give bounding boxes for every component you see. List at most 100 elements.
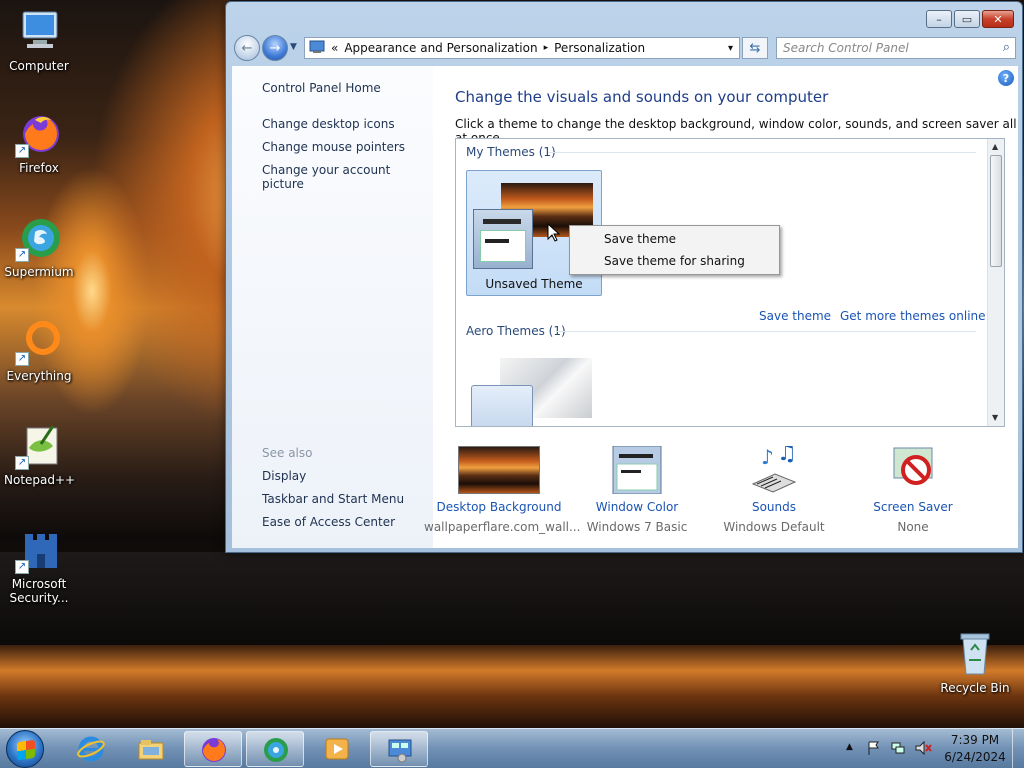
clock-time: 7:39 PM — [950, 733, 1000, 747]
window-color-icon — [596, 445, 678, 495]
desktop-icon-label: Firefox — [19, 161, 59, 175]
maximize-button[interactable]: ▭ — [954, 10, 980, 28]
taskbar-supermium[interactable] — [246, 731, 304, 767]
desktop-icon-recycle-bin[interactable]: Recycle Bin — [940, 630, 1010, 695]
desktop-icon-everything[interactable]: ↗ Everything — [4, 318, 74, 383]
group-divider — [548, 152, 976, 153]
control-panel-icon — [309, 40, 325, 57]
desktop-icon-ms-security[interactable]: ↗ Microsoft Security... — [4, 526, 74, 605]
group-divider — [556, 331, 976, 332]
windows-logo-icon — [17, 739, 35, 761]
network-icon[interactable] — [890, 740, 906, 756]
forward-button[interactable]: → — [262, 35, 288, 61]
scroll-down-icon[interactable]: ▼ — [992, 413, 998, 422]
control-panel-home-link[interactable]: Control Panel Home — [262, 81, 381, 95]
setting-value: wallpaperflare.com_wall... — [424, 520, 581, 534]
taskbar-explorer[interactable] — [122, 731, 180, 767]
shortcut-arrow-icon: ↗ — [15, 352, 29, 366]
folder-icon — [138, 740, 164, 760]
aero-themes-group-label: Aero Themes (1) — [466, 324, 566, 338]
change-desktop-icons-link[interactable]: Change desktop icons — [262, 117, 395, 131]
display-link[interactable]: Display — [262, 469, 306, 483]
context-menu-save-theme[interactable]: Save theme — [604, 232, 676, 246]
back-arrow-icon: ← — [241, 40, 253, 56]
tray-overflow-chevron[interactable]: ▲ — [846, 742, 853, 752]
desktop-background-icon — [458, 446, 540, 494]
help-icon[interactable]: ? — [998, 70, 1014, 86]
start-button[interactable] — [6, 730, 44, 768]
aero-window-preview — [471, 385, 533, 426]
show-desktop-button[interactable] — [1012, 729, 1024, 768]
back-button[interactable]: ← — [234, 35, 260, 61]
refresh-button[interactable]: ⇆ — [742, 37, 768, 59]
search-input[interactable]: Search Control Panel ⌕ — [776, 37, 1016, 59]
theme-list-scrollbar[interactable]: ▲ ▼ — [987, 139, 1004, 426]
address-bar[interactable]: « Appearance and Personalization ▸ Perso… — [304, 37, 740, 59]
action-center-flag-icon[interactable] — [866, 740, 882, 756]
address-overflow-chevron[interactable]: « — [331, 41, 338, 55]
system-clock[interactable]: 7:39 PM 6/24/2024 — [940, 732, 1010, 766]
svg-text:♪: ♪ — [761, 446, 774, 469]
minimize-button[interactable]: – — [926, 10, 952, 28]
internet-explorer-icon — [77, 736, 105, 762]
context-menu: Save theme Save theme for sharing — [569, 225, 780, 275]
desktop-icon-label: Everything — [6, 369, 72, 383]
window-color-setting[interactable]: Window Color Windows 7 Basic — [562, 445, 712, 534]
desktop-icon-firefox[interactable]: ↗ Firefox — [4, 110, 74, 175]
mouse-cursor-icon — [547, 223, 561, 242]
ease-of-access-link[interactable]: Ease of Access Center — [262, 515, 395, 529]
screen-saver-setting[interactable]: Screen Saver None — [838, 446, 988, 534]
breadcrumb-personalization[interactable]: Personalization — [554, 41, 645, 55]
screen-saver-icon — [872, 446, 954, 494]
setting-label[interactable]: Desktop Background — [424, 500, 574, 514]
security-castle-icon: ↗ — [15, 526, 63, 574]
taskbar-firefox[interactable] — [184, 731, 242, 767]
get-more-themes-link[interactable]: Get more themes online — [840, 309, 986, 323]
firefox-icon — [202, 738, 226, 762]
taskbar-media-player[interactable] — [308, 731, 366, 767]
context-menu-save-for-sharing[interactable]: Save theme for sharing — [604, 254, 745, 268]
sounds-setting[interactable]: ♪ ♫ Sounds Windows Default — [699, 441, 849, 534]
clock-date: 6/24/2024 — [944, 750, 1006, 764]
setting-value: Windows 7 Basic — [586, 520, 688, 534]
firefox-icon: ↗ — [15, 110, 63, 158]
shortcut-arrow-icon: ↗ — [15, 560, 29, 574]
preview-title-bar — [483, 219, 521, 224]
taskbar-ie[interactable] — [62, 731, 120, 767]
volume-muted-icon[interactable] — [914, 740, 932, 756]
preview-text-bar — [485, 239, 509, 243]
desktop-icon-notepadpp[interactable]: ↗ Notepad++ — [4, 422, 75, 487]
desktop-icon-label: Microsoft Security... — [9, 577, 69, 605]
scroll-thumb[interactable] — [990, 155, 1002, 267]
desktop-icon-computer[interactable]: Computer — [4, 8, 74, 73]
left-nav-pane: Control Panel Home Change desktop icons … — [232, 66, 433, 548]
scroll-up-icon[interactable]: ▲ — [992, 142, 998, 151]
taskbar-control-panel[interactable] — [370, 731, 428, 767]
recent-pages-dropdown-icon[interactable]: ▼ — [290, 42, 297, 52]
supermium-icon — [264, 738, 288, 762]
shortcut-arrow-icon: ↗ — [15, 456, 29, 470]
shortcut-arrow-icon: ↗ — [15, 144, 29, 158]
change-mouse-pointers-link[interactable]: Change mouse pointers — [262, 140, 405, 154]
setting-label[interactable]: Sounds — [699, 500, 849, 514]
media-player-icon — [325, 738, 349, 760]
search-placeholder: Search Control Panel — [783, 41, 909, 55]
theme-window-preview — [473, 209, 533, 269]
save-theme-link[interactable]: Save theme — [759, 309, 831, 323]
setting-label[interactable]: Window Color — [562, 500, 712, 514]
breadcrumb-separator-icon[interactable]: ▸ — [544, 43, 549, 53]
desktop-icon-label: Computer — [9, 59, 69, 73]
page-title: Change the visuals and sounds on your co… — [455, 88, 829, 106]
see-also-heading: See also — [262, 446, 313, 460]
taskbar-start-menu-link[interactable]: Taskbar and Start Menu — [262, 492, 404, 506]
refresh-icon: ⇆ — [749, 40, 761, 56]
desktop-icon-label: Supermium — [4, 265, 74, 279]
close-button[interactable]: ✕ — [982, 10, 1014, 28]
change-account-picture-link[interactable]: Change your account picture — [262, 163, 433, 191]
setting-label[interactable]: Screen Saver — [838, 500, 988, 514]
desktop-background-setting[interactable]: Desktop Background wallpaperflare.com_wa… — [424, 446, 581, 534]
breadcrumb-appearance[interactable]: Appearance and Personalization — [344, 41, 537, 55]
search-icon[interactable]: ⌕ — [1003, 40, 1010, 55]
desktop-icon-supermium[interactable]: ↗ Supermium — [4, 214, 74, 279]
address-dropdown-icon[interactable]: ▾ — [728, 43, 733, 54]
